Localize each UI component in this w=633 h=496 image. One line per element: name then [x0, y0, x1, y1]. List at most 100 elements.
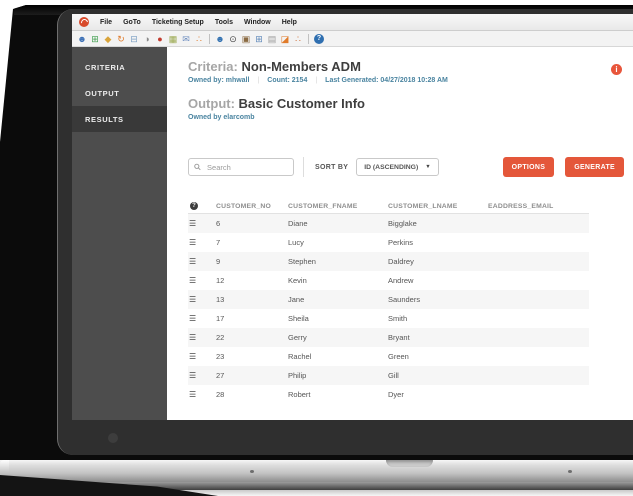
criteria-title: Criteria: Non-Members ADM	[188, 59, 633, 74]
row-menu-icon[interactable]: ☰	[189, 390, 196, 399]
cell-customer-fname: Rachel	[288, 352, 312, 361]
row-menu-icon[interactable]: ☰	[189, 295, 196, 304]
cell-customer-fname: Stephen	[288, 257, 316, 266]
cell-customer-fname: Diane	[288, 219, 308, 228]
table-row[interactable]: ☰ 9 Stephen Daldrey	[188, 252, 589, 271]
column-header-eaddress-email: EADDRESS_EMAIL	[488, 202, 554, 210]
column-header-customer-lname: CUSTOMER_LNAME	[388, 202, 458, 210]
share-icon[interactable]: ∴	[194, 34, 204, 44]
menu-bar: File GoTo Ticketing Setup Tools Window Help	[72, 14, 633, 31]
column-info-icon[interactable]: ?	[190, 202, 198, 210]
cell-customer-fname: Philip	[288, 371, 307, 380]
search-input[interactable]	[205, 161, 288, 173]
menu-item[interactable]: GoTo	[123, 19, 141, 26]
cell-customer-lname: Gill	[388, 371, 399, 380]
cell-customer-no: 7	[216, 238, 221, 247]
table-row[interactable]: ☰ 12 Kevin Andrew	[188, 271, 589, 290]
criteria-label: Criteria:	[188, 59, 238, 74]
table-body: ☰ 6 Diane Bigglake ☰ 7 Lucy Perkins ☰ 9 …	[188, 214, 589, 404]
ticket-icon[interactable]: ◪	[280, 34, 290, 44]
help-icon[interactable]: ?	[314, 33, 324, 44]
sidebar: CRITERIA OUTPUT RESULTS	[72, 47, 167, 420]
table-row[interactable]: ☰ 28 Robert Dyer	[188, 385, 589, 404]
meta-divider: |	[257, 77, 260, 84]
cell-customer-fname: Kevin	[288, 276, 307, 285]
controls-row: SORT BY ID (ASCENDING) ▼ OPTIONS GENERAT…	[188, 157, 633, 177]
table-icon[interactable]: ⊞	[90, 34, 100, 44]
grid-edit-icon[interactable]: ▦	[168, 34, 178, 44]
window-icon[interactable]: ⊞	[254, 34, 264, 44]
table-row[interactable]: ☰ 6 Diane Bigglake	[188, 214, 589, 233]
output-value: Basic Customer Info	[238, 96, 365, 111]
cell-customer-no: 28	[216, 390, 225, 399]
criteria-meta: Owned by: mhwall | Count: 2154 | Last Ge…	[188, 77, 633, 84]
user-icon[interactable]: ☻	[77, 34, 87, 44]
sort-dropdown[interactable]: ID (ASCENDING) ▼	[356, 158, 439, 176]
menu-item[interactable]: Tools	[215, 19, 233, 26]
sidebar-item-output[interactable]: OUTPUT	[72, 80, 167, 106]
briefcase-icon[interactable]: ▣	[241, 34, 251, 44]
menu-item[interactable]: Help	[282, 19, 297, 26]
cell-customer-no: 22	[216, 333, 225, 342]
table-row[interactable]: ☰ 27 Philip Gill	[188, 366, 589, 385]
menu-item[interactable]: File	[100, 19, 112, 26]
chevron-down-icon: ▼	[425, 164, 431, 170]
table-row[interactable]: ☰ 23 Rachel Green	[188, 347, 589, 366]
row-menu-icon[interactable]: ☰	[189, 276, 196, 285]
refresh-icon[interactable]: ↻	[116, 34, 126, 44]
cell-customer-fname: Robert	[288, 390, 311, 399]
row-menu-icon[interactable]: ☰	[189, 257, 196, 266]
column-header-customer-fname: CUSTOMER_FNAME	[288, 202, 358, 210]
sort-dropdown-value: ID (ASCENDING)	[364, 163, 419, 171]
search-box[interactable]	[188, 158, 294, 176]
user-search-icon[interactable]: ☻	[215, 34, 225, 44]
app-window: File GoTo Ticketing Setup Tools Window Help ☻…	[72, 14, 633, 420]
sidebar-item-criteria[interactable]: CRITERIA	[72, 54, 167, 80]
info-icon[interactable]: i	[611, 64, 622, 75]
table-row[interactable]: ☰ 17 Sheila Smith	[188, 309, 589, 328]
clock-icon[interactable]: ◑	[142, 34, 152, 44]
bezel-dot	[108, 433, 118, 443]
row-menu-icon[interactable]: ☰	[189, 314, 196, 323]
main-content: i Criteria: Non-Members ADM Owned by: mh…	[167, 47, 633, 420]
cell-customer-lname: Bigglake	[388, 219, 417, 228]
toolbar-separator[interactable]	[308, 33, 309, 44]
menu-item[interactable]: Window	[244, 19, 271, 26]
sort-by-label: SORT BY	[315, 163, 349, 171]
criteria-last-generated: Last Generated: 04/27/2018 10:28 AM	[325, 77, 448, 84]
options-button[interactable]: OPTIONS	[502, 157, 555, 177]
cell-customer-lname: Andrew	[388, 276, 414, 285]
diamond-icon[interactable]: ◆	[103, 34, 113, 44]
row-menu-icon[interactable]: ☰	[189, 219, 196, 228]
form-icon[interactable]: ⊟	[129, 34, 139, 44]
menu-item[interactable]: Ticketing Setup	[152, 19, 204, 26]
row-menu-icon[interactable]: ☰	[189, 238, 196, 247]
row-menu-icon[interactable]: ☰	[189, 371, 196, 380]
app-logo-icon	[79, 17, 89, 27]
criteria-value: Non-Members ADM	[241, 59, 361, 74]
cell-customer-no: 13	[216, 295, 225, 304]
printer-icon[interactable]: ▤	[267, 34, 277, 44]
toolbar: ☻ ⊞ ◆ ↻ ⊟ ◑ ● ▦ ✉ ∴ ☻ ⊙ ▣ ⊞ ▤ ◪ ∴?	[72, 31, 633, 47]
sidebar-item-results[interactable]: RESULTS	[72, 106, 167, 132]
table-row[interactable]: ☰ 22 Gerry Bryant	[188, 328, 589, 347]
toolbar-separator[interactable]	[209, 33, 210, 44]
history-icon[interactable]: ⊙	[228, 34, 238, 44]
meta-divider: |	[315, 77, 318, 84]
cell-customer-fname: Sheila	[288, 314, 309, 323]
table-row[interactable]: ☰ 13 Jane Saunders	[188, 290, 589, 309]
mail-icon[interactable]: ✉	[181, 34, 191, 44]
table-row[interactable]: ☰ 7 Lucy Perkins	[188, 233, 589, 252]
row-menu-icon[interactable]: ☰	[189, 333, 196, 342]
base-screw	[250, 470, 254, 473]
row-menu-icon[interactable]: ☰	[189, 352, 196, 361]
cell-customer-lname: Green	[388, 352, 409, 361]
cell-customer-fname: Lucy	[288, 238, 304, 247]
app-body: CRITERIA OUTPUT RESULTS i Criteria: Non-Me…	[72, 47, 633, 420]
network-icon[interactable]: ∴	[293, 34, 303, 44]
cell-customer-fname: Jane	[288, 295, 305, 304]
generate-button[interactable]: GENERATE	[565, 157, 624, 177]
cell-customer-lname: Saunders	[388, 295, 421, 304]
cell-customer-lname: Perkins	[388, 238, 414, 247]
record-icon[interactable]: ●	[155, 34, 165, 44]
